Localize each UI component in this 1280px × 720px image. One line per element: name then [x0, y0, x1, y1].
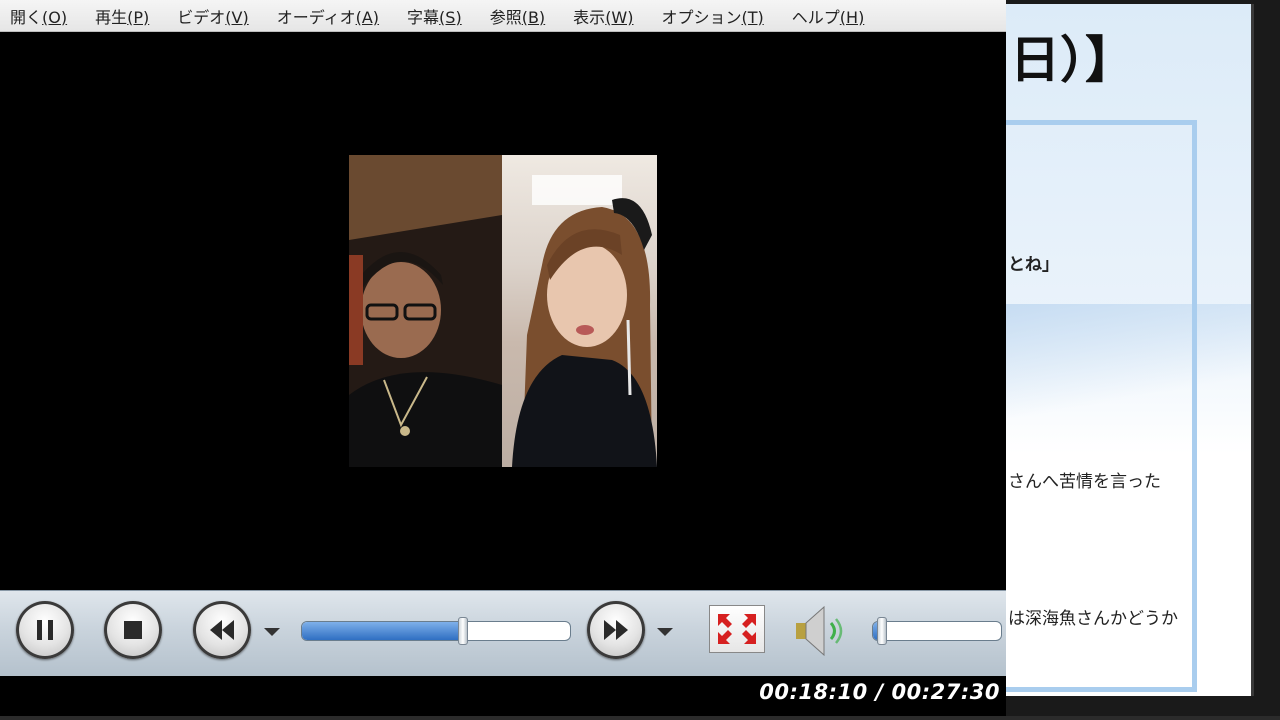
fullscreen-icon [718, 614, 756, 644]
volume-button[interactable] [794, 603, 846, 659]
media-player-window: 開く(O) 再生(P) ビデオ(V) オーディオ(A) 字幕(S) 参照(B) … [0, 0, 1006, 716]
menu-subtitles-label: 字幕 [407, 7, 440, 27]
menu-audio-key: (A) [355, 7, 380, 27]
menu-play-key: (P) [127, 7, 150, 27]
stop-icon [124, 621, 142, 639]
fast-forward-button[interactable] [587, 601, 645, 659]
stop-button[interactable] [104, 601, 162, 659]
speaker-icon [796, 605, 843, 657]
pause-icon [37, 620, 53, 640]
menu-audio[interactable]: オーディオ(A) [275, 4, 381, 28]
menu-open[interactable]: 開く(O) [8, 4, 69, 28]
volume-slider[interactable] [872, 621, 1002, 641]
video-frame-right-person [502, 155, 657, 467]
menu-help-key: (H) [839, 7, 865, 27]
menu-help[interactable]: ヘルプ(H) [790, 4, 867, 28]
volume-handle[interactable] [877, 617, 888, 645]
menu-browse-label: 参照 [489, 7, 522, 27]
video-display[interactable] [0, 32, 1006, 590]
menu-subtitles[interactable]: 字幕(S) [405, 4, 464, 28]
menu-view[interactable]: 表示(W) [571, 4, 635, 28]
taskbar-edge [0, 716, 1280, 720]
menu-open-label: 開く [10, 7, 43, 27]
person-silhouette-right [512, 175, 657, 467]
fast-forward-icon [604, 620, 628, 640]
document-text-line: とね」 [1008, 255, 1059, 275]
document-text-line: さんへ苦情を言った [1008, 472, 1161, 492]
rewind-icon [210, 620, 234, 640]
document-text-line: は深海魚さんかどうか [1008, 609, 1178, 629]
menu-video[interactable]: ビデオ(V) [175, 4, 250, 28]
menu-options-key: (T) [741, 7, 764, 27]
menu-browse[interactable]: 参照(B) [488, 4, 547, 28]
menu-view-label: 表示 [573, 7, 606, 27]
seek-handle[interactable] [458, 617, 468, 645]
menu-subtitles-key: (S) [439, 7, 462, 27]
menu-bar: 開く(O) 再生(P) ビデオ(V) オーディオ(A) 字幕(S) 参照(B) … [0, 0, 1006, 32]
menu-options-label: オプション [661, 7, 742, 27]
menu-audio-label: オーディオ [276, 7, 356, 27]
video-frame-left-person [349, 155, 502, 467]
pause-button[interactable] [16, 601, 74, 659]
menu-video-key: (V) [225, 7, 249, 27]
rewind-dropdown-arrow[interactable] [264, 628, 280, 636]
menu-help-label: ヘルプ [791, 7, 840, 27]
menu-video-label: ビデオ [177, 7, 226, 27]
document-heading: 日）】 [1010, 31, 1135, 89]
fullscreen-button[interactable] [709, 605, 765, 653]
person-silhouette-left [349, 155, 502, 467]
menu-open-key: (O) [42, 7, 68, 27]
menu-browse-key: (B) [521, 7, 546, 27]
seek-bar[interactable] [301, 621, 571, 641]
menu-view-key: (W) [605, 7, 634, 27]
seek-progress-fill [302, 622, 463, 640]
menu-options[interactable]: オプション(T) [660, 4, 766, 28]
menu-play[interactable]: 再生(P) [93, 4, 151, 28]
menu-play-label: 再生 [95, 7, 128, 27]
status-bar: 00:18:10 / 00:27:30 [0, 676, 1006, 716]
time-display: 00:18:10 / 00:27:30 [759, 680, 1000, 704]
player-control-bar [0, 590, 1006, 677]
background-document-window: 日）】 とね」 さんへ苦情を言った は深海魚さんかどうか [1006, 4, 1254, 696]
fast-forward-dropdown-arrow[interactable] [657, 628, 673, 636]
rewind-button[interactable] [193, 601, 251, 659]
